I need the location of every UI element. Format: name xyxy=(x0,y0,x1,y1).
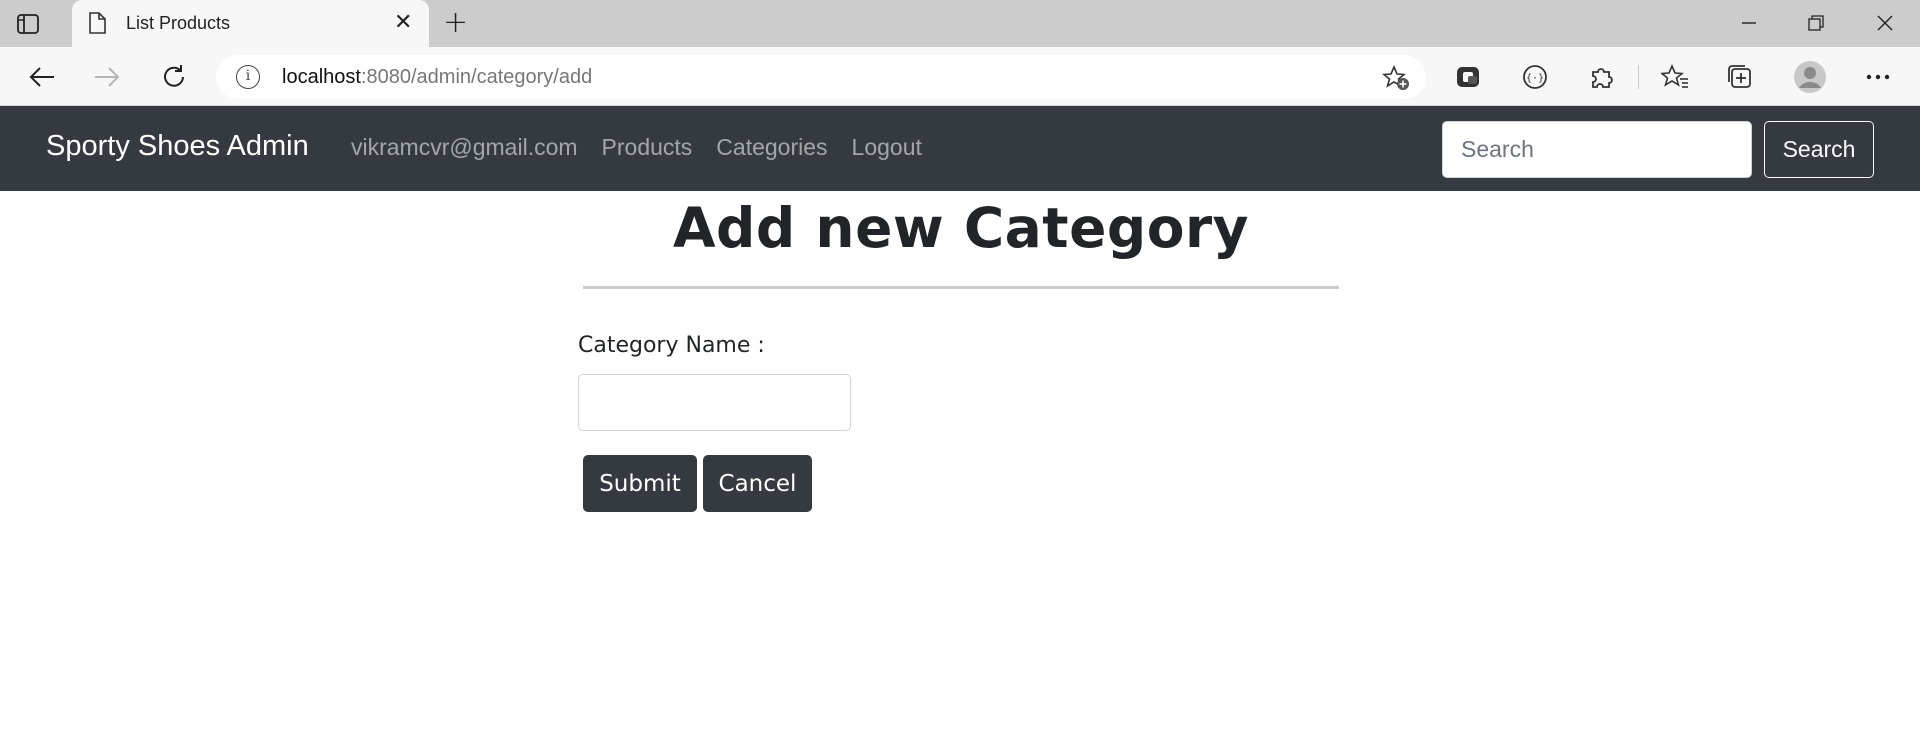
new-tab-icon[interactable]: + xyxy=(443,8,468,38)
tab-close-icon[interactable]: ✕ xyxy=(394,12,412,34)
browser-toolbar: i localhost:8080/admin/category/add {·} xyxy=(0,47,1920,106)
extensions-icon[interactable] xyxy=(1585,61,1617,93)
svg-text:{·}: {·} xyxy=(1526,73,1544,84)
category-name-input[interactable] xyxy=(578,374,851,431)
collections-icon[interactable] xyxy=(1724,61,1756,93)
back-icon[interactable] xyxy=(26,61,58,93)
submit-button[interactable]: Submit xyxy=(583,455,697,512)
brand-link[interactable]: Sporty Shoes Admin xyxy=(46,130,309,163)
nav-logout-link[interactable]: Logout xyxy=(852,134,922,161)
toolbar-divider xyxy=(1638,65,1639,89)
nav-products-link[interactable]: Products xyxy=(602,134,693,161)
minimize-icon[interactable] xyxy=(1734,8,1764,38)
forward-icon[interactable] xyxy=(91,61,123,93)
tab-title: List Products xyxy=(126,13,231,33)
nav-links: vikramcvr@gmail.com Products Categories … xyxy=(351,134,946,161)
profile-avatar-icon[interactable] xyxy=(1792,59,1828,95)
page-icon xyxy=(88,12,106,38)
search-input[interactable] xyxy=(1442,121,1752,178)
nav-user-email[interactable]: vikramcvr@gmail.com xyxy=(351,134,578,161)
more-menu-icon[interactable] xyxy=(1862,61,1894,93)
nav-categories-link[interactable]: Categories xyxy=(716,134,827,161)
browser-tab[interactable]: List Products ✕ xyxy=(72,0,429,48)
tab-actions-icon[interactable] xyxy=(14,10,42,38)
code-extension-icon[interactable]: {·} xyxy=(1519,61,1551,93)
site-info-icon[interactable]: i xyxy=(236,65,260,89)
favorites-icon[interactable] xyxy=(1659,61,1691,93)
page-title: Add new Category xyxy=(672,196,1250,260)
office-extension-icon[interactable] xyxy=(1452,61,1484,93)
title-divider xyxy=(583,286,1339,289)
close-window-icon[interactable] xyxy=(1870,8,1900,38)
url-text[interactable]: localhost:8080/admin/category/add xyxy=(282,66,592,89)
search-button[interactable]: Search xyxy=(1764,121,1874,178)
reload-icon[interactable] xyxy=(158,61,190,93)
address-bar[interactable]: i localhost:8080/admin/category/add xyxy=(216,55,1426,99)
add-favorite-icon[interactable] xyxy=(1381,64,1410,95)
cancel-button[interactable]: Cancel xyxy=(703,455,812,512)
app-navbar: Sporty Shoes Admin vikramcvr@gmail.com P… xyxy=(0,106,1920,191)
restore-icon[interactable] xyxy=(1801,8,1831,38)
browser-tabstrip: List Products ✕ + xyxy=(0,0,1920,48)
category-name-label: Category Name : xyxy=(578,333,765,358)
